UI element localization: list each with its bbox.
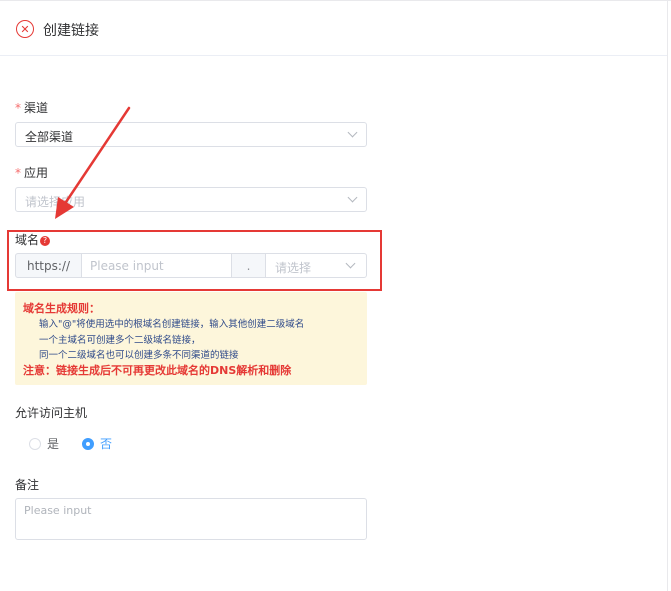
- allow-host-label: 允许访问主机: [15, 406, 88, 420]
- remark-textarea[interactable]: [15, 498, 367, 540]
- app-select-placeholder: 请选择应用: [25, 195, 86, 209]
- domain-label: 域名?: [15, 231, 51, 248]
- domain-rules-notice: 域名生成规则： 输入"@"将使用选中的根域名创建链接，输入其他创建二级域名 一个…: [15, 292, 367, 385]
- app-label-text: 应用: [24, 166, 49, 180]
- required-mark: *: [15, 166, 21, 180]
- close-button[interactable]: ✕: [16, 20, 34, 38]
- radio-yes-label: 是: [47, 437, 60, 451]
- channel-label-text: 渠道: [24, 101, 49, 115]
- remark-label: 备注: [15, 478, 40, 492]
- radio-yes[interactable]: 是: [29, 435, 59, 452]
- radio-no-label: 否: [100, 437, 113, 451]
- domain-separator: .: [231, 253, 266, 278]
- radio-no[interactable]: 否: [82, 435, 112, 452]
- domain-input-group: https:// . 请选择: [15, 253, 367, 278]
- domain-prefix: https://: [15, 253, 82, 278]
- subdomain-input[interactable]: [81, 253, 232, 278]
- domain-label-text: 域名: [15, 233, 40, 247]
- channel-label: * 渠道: [15, 99, 48, 116]
- chevron-down-icon: [347, 127, 358, 138]
- rules-line: 一个主域名可创建多个二级域名链接，: [39, 335, 201, 346]
- help-icon[interactable]: ?: [40, 235, 51, 246]
- root-domain-placeholder: 请选择: [275, 261, 312, 275]
- channel-select[interactable]: 全部渠道: [15, 122, 367, 147]
- page-title: 创建链接: [43, 23, 99, 39]
- chevron-down-icon: [345, 258, 356, 269]
- rules-note: 注意：链接生成后不可再更改此域名的DNS解析和删除: [23, 364, 292, 377]
- close-icon: ✕: [20, 22, 30, 36]
- radio-circle: [29, 437, 41, 450]
- channel-select-value: 全部渠道: [25, 130, 74, 144]
- required-mark: *: [15, 101, 21, 115]
- right-border: [667, 0, 668, 591]
- app-select[interactable]: 请选择应用: [15, 187, 367, 212]
- rules-line: 同一个二级域名也可以创建多条不同渠道的链接: [39, 350, 239, 361]
- radio-circle-selected: [82, 437, 94, 450]
- app-label: * 应用: [15, 164, 48, 181]
- rules-title: 域名生成规则：: [23, 302, 100, 315]
- chevron-down-icon: [347, 192, 358, 203]
- dialog-header: ✕ 创建链接: [0, 1, 667, 56]
- root-domain-select[interactable]: 请选择: [265, 253, 367, 278]
- rules-line: 输入"@"将使用选中的根域名创建链接，输入其他创建二级域名: [39, 319, 305, 330]
